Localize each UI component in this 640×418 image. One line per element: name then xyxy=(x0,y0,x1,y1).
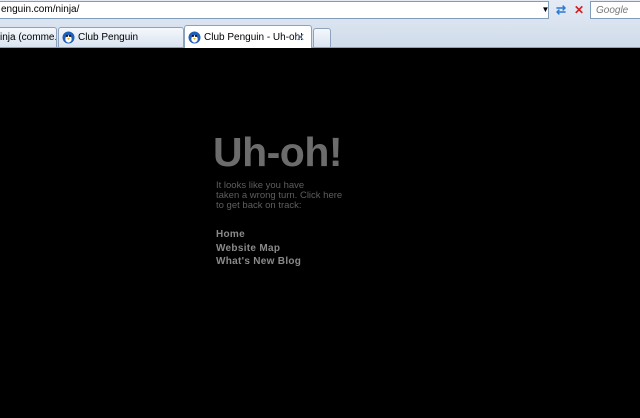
website-map-link[interactable]: Website Map xyxy=(216,242,301,256)
club-penguin-favicon-icon xyxy=(62,31,75,44)
new-tab-button[interactable] xyxy=(313,28,331,47)
tab-bar: inja (comme... Club Penguin Club Penguin… xyxy=(0,24,640,48)
page-headline: Uh-oh! xyxy=(213,129,343,175)
address-bar-row: enguin.com/ninja/ ▼ ⇄ ✕ Google xyxy=(0,0,640,22)
tab-club-penguin-uh-oh[interactable]: Club Penguin - Uh-oh! ✕ xyxy=(184,25,312,48)
error-message: It looks like you have taken a wrong tur… xyxy=(216,181,356,211)
tab-club-penguin[interactable]: Club Penguin xyxy=(58,27,184,47)
url-text[interactable]: enguin.com/ninja/ xyxy=(1,4,79,15)
tab-ninja-comments[interactable]: inja (comme... xyxy=(0,27,57,47)
close-tab-icon[interactable]: ✕ xyxy=(296,31,305,44)
tab-label: Club Penguin - Uh-oh! xyxy=(204,32,303,43)
page-content: Uh-oh! It looks like you have taken a wr… xyxy=(0,48,640,418)
tab-label: Club Penguin xyxy=(78,32,139,43)
url-dropdown-icon[interactable]: ▼ xyxy=(540,1,551,19)
navigation-links: Home Website Map What's New Blog xyxy=(216,228,301,269)
address-bar[interactable]: enguin.com/ninja/ xyxy=(0,1,549,19)
message-line: to get back on track: xyxy=(216,200,302,211)
search-box[interactable]: Google xyxy=(590,1,640,19)
home-link[interactable]: Home xyxy=(216,228,301,242)
stop-icon[interactable]: ✕ xyxy=(571,2,587,18)
browser-chrome: enguin.com/ninja/ ▼ ⇄ ✕ Google inja (com… xyxy=(0,0,640,48)
refresh-icon[interactable]: ⇄ xyxy=(553,2,569,18)
search-placeholder[interactable]: Google xyxy=(596,5,628,16)
club-penguin-favicon-icon xyxy=(188,31,201,44)
tab-label: inja (comme... xyxy=(0,32,57,43)
whats-new-blog-link[interactable]: What's New Blog xyxy=(216,255,301,269)
